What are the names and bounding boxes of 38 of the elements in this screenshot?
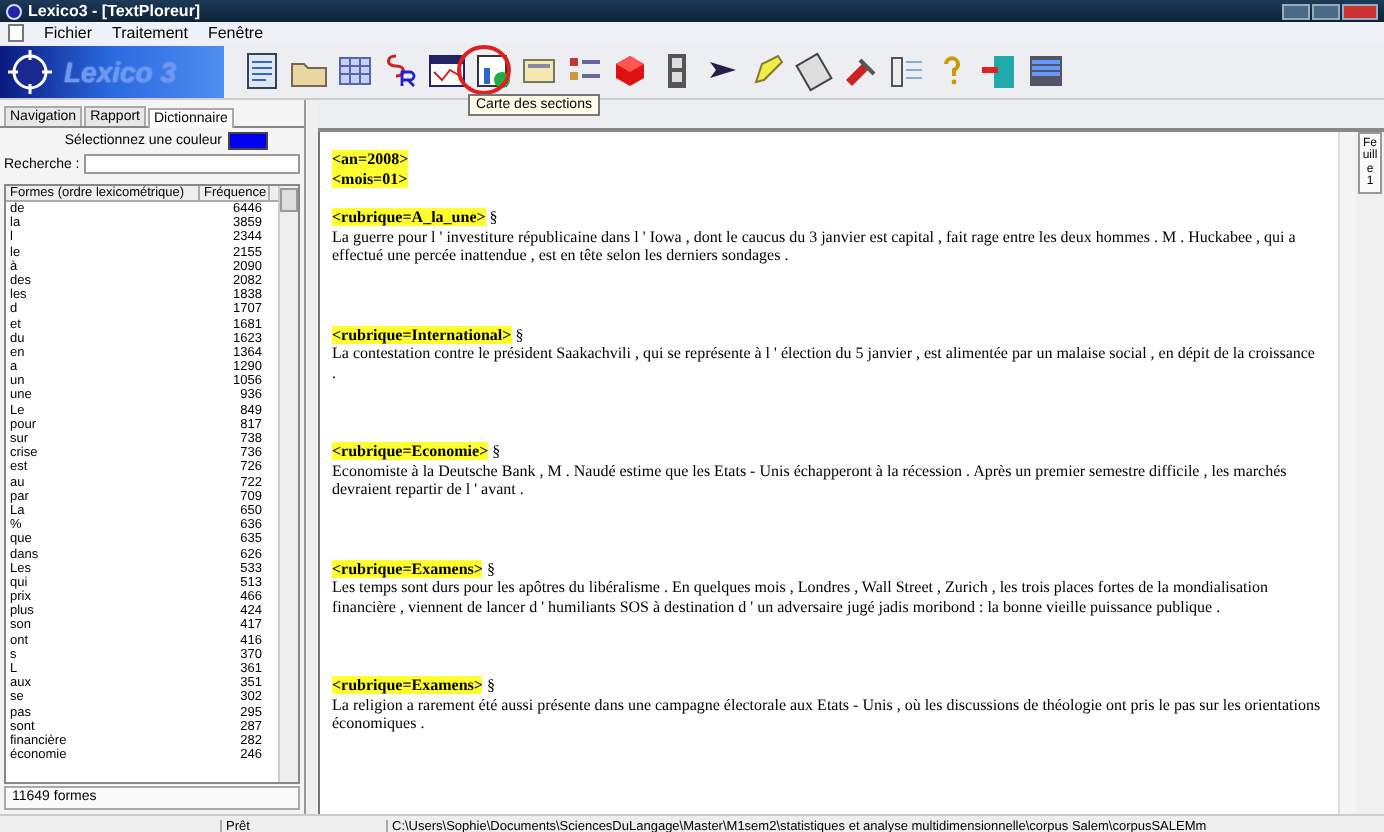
paragraph-mark: § — [486, 559, 495, 577]
scrollbar[interactable] — [1338, 132, 1356, 814]
close-button[interactable] — [1342, 3, 1378, 19]
document-icon — [8, 24, 24, 42]
globe-icon — [8, 49, 52, 93]
logo-text: Lexico 3 — [64, 55, 177, 87]
section-tag: <rubrique=Examens> — [332, 676, 483, 694]
menu-item[interactable]: Fenêtre — [207, 24, 264, 42]
app-icon — [6, 3, 22, 19]
paragraph-mark: § — [492, 442, 501, 460]
menu-item[interactable]: Fichier — [44, 24, 93, 42]
paragraph: Les temps sont durs pour les apôtres du libéralisme . En quelques mois , Londres , Wall Street , Zurich , les trois places fortes de la mondialisation financière , viennent de lancer d ' humiliants SOS à destination d ' un adversaire jugé jadis moribond : la bonne vieille puissance publique . — [332, 578, 1270, 616]
menu-item[interactable]: Traitement — [112, 24, 188, 42]
paragraph: La religion a rarement été aussi présente dans une campagne électorale aux Etats - Unis , où les discussions de théologie ont pris le pas sur les orientations économiques . — [332, 695, 1322, 733]
metadata-tag: <an=2008> — [332, 150, 409, 169]
paragraph-mark: § — [486, 676, 495, 694]
window-title: Lexico3 - [TextPloreur] — [28, 2, 201, 20]
database-icon[interactable] — [1024, 50, 1064, 92]
chart-icon[interactable] — [472, 50, 512, 92]
paragraph: La contestation contre le président Saakachvili , qui se représente à l ' élection du 5 janvier , est alimentée par un malaise social , en dépit de la croissance . — [332, 344, 1317, 382]
exit-door-icon[interactable] — [978, 50, 1018, 92]
cube-icon[interactable] — [610, 50, 650, 92]
document-icon[interactable] — [242, 50, 282, 92]
paragraph: Economiste à la Deutsche Bank , M . Naudé estime que les Etats - Unis échapperont à la récession . Après un premier semestre difficile , les marchés devraient repartir de l ' avant . — [332, 461, 1289, 499]
paragraph: La guerre pour l ' investiture républicaine dans l ' Iowa , dont le caucus du 3 janvier est capital , fait rage entre les deux hommes . M . Huckabee , qui a effectué une percée inattendue , est en tête selon les derniers sondages . — [332, 227, 1298, 265]
section-tag: <rubrique=International> — [332, 325, 512, 343]
section-tag: <rubrique=Examens> — [332, 559, 483, 577]
paragraph-mark: § — [489, 208, 498, 226]
table-icon[interactable] — [426, 50, 466, 92]
highlight-circle — [456, 44, 512, 96]
section-tag: <rubrique=A_la_une> — [332, 208, 486, 226]
scrollbar[interactable] — [278, 186, 298, 782]
section-tag: <rubrique=Economie> — [332, 442, 489, 460]
minimize-button[interactable] — [1282, 3, 1310, 19]
color-swatch[interactable] — [228, 132, 268, 150]
search-field[interactable] — [83, 154, 300, 174]
paragraph-mark: § — [515, 325, 524, 343]
maximize-button[interactable] — [1312, 3, 1340, 19]
